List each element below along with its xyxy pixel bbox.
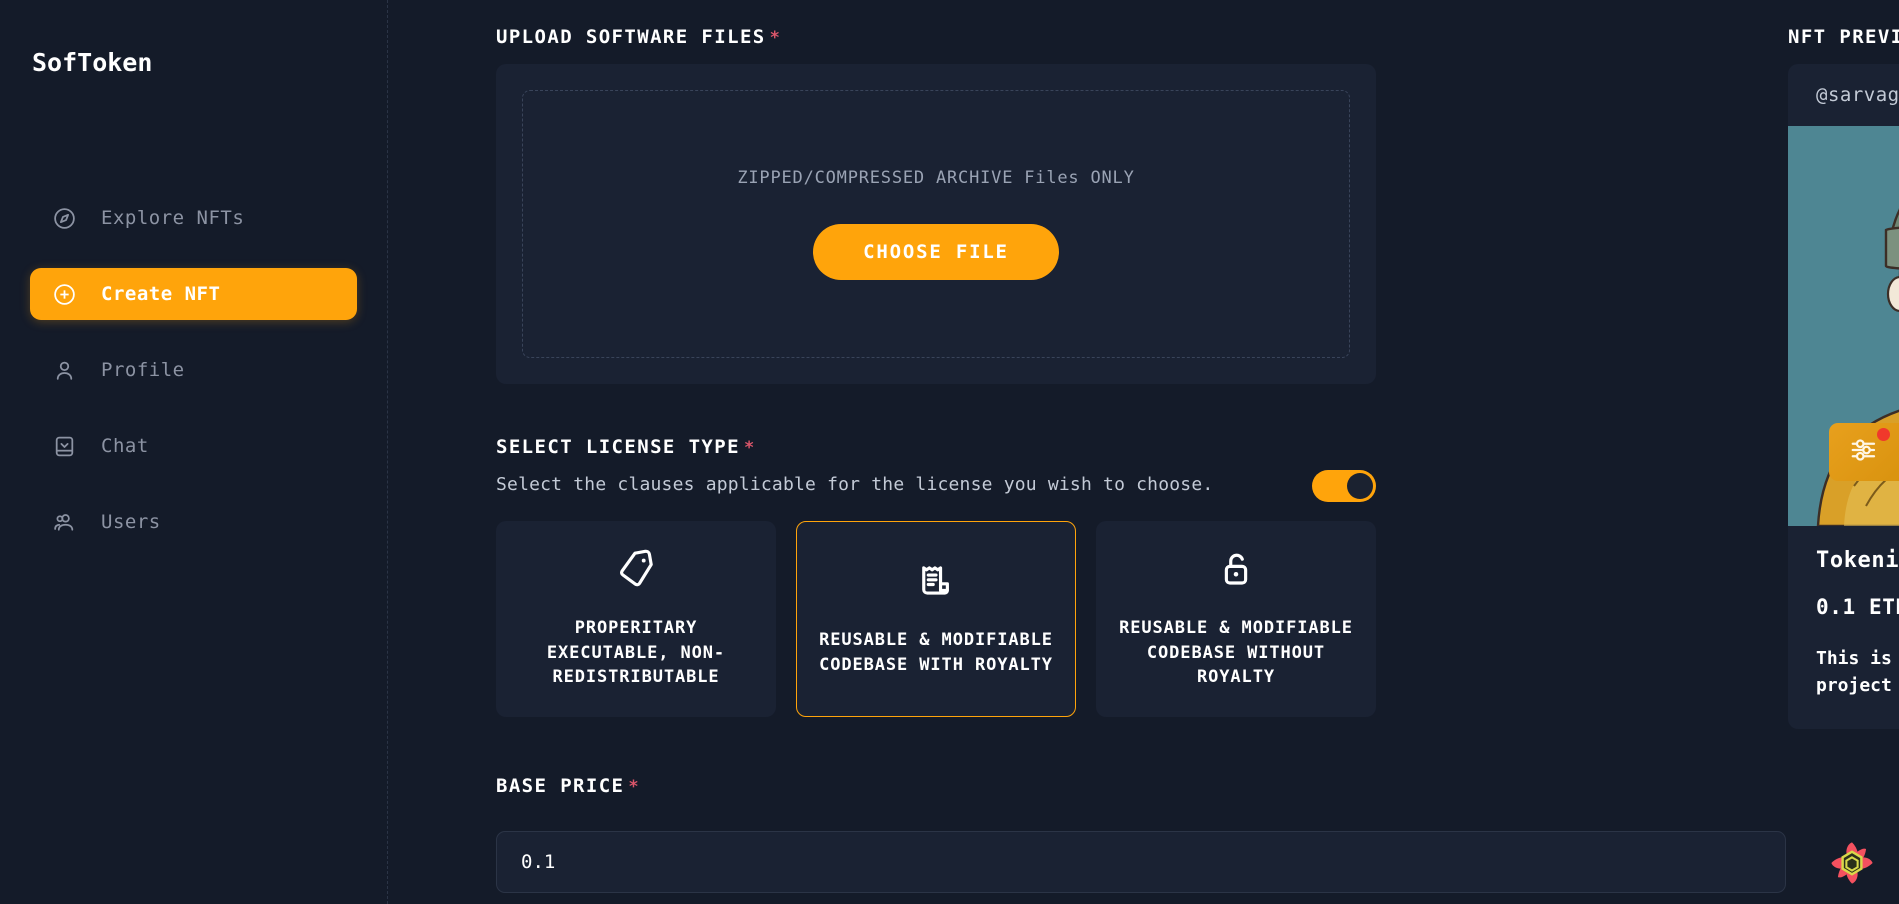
license-card-label: REUSABLE & MODIFIABLE CODEBASE WITH ROYA… — [819, 630, 1053, 675]
user-icon — [52, 358, 77, 383]
upload-title-text: UPLOAD SOFTWARE FILES — [496, 26, 766, 48]
main-content: UPLOAD SOFTWARE FILES * ZIPPED/COMPRESSED… — [388, 0, 1899, 904]
sidebar-item-explore-nfts[interactable]: Explore NFTs — [30, 192, 357, 244]
nft-description: This is a cool tokenizer project — [1816, 648, 1899, 696]
create-nft-form: UPLOAD SOFTWARE FILES * ZIPPED/COMPRESSED… — [496, 26, 1786, 904]
required-asterisk: * — [769, 28, 782, 48]
license-title-text: SELECT LICENSE TYPE — [496, 436, 740, 458]
unlock-icon — [1215, 548, 1257, 594]
license-card-proprietary[interactable]: PROPERITARY EXECUTABLE, NON-REDISTRIBUTA… — [496, 521, 776, 717]
atom-flower-logo[interactable] — [1821, 832, 1883, 894]
base-price-input[interactable] — [496, 831, 1786, 893]
sidebar-nav: Explore NFTs Create NFT Profile Chat Use… — [0, 192, 387, 548]
license-options-grid: PROPERITARY EXECUTABLE, NON-REDISTRIBUTA… — [496, 521, 1376, 717]
brand-title: SofToken — [32, 48, 153, 77]
upload-card: ZIPPED/COMPRESSED ARCHIVE Files ONLY CHO… — [496, 64, 1376, 384]
sidebar-item-label: Create NFT — [101, 283, 221, 305]
sidebar-item-chat[interactable]: Chat — [30, 420, 357, 472]
license-section-title: SELECT LICENSE TYPE * — [496, 436, 1376, 458]
base-price-section: BASE PRICE * — [496, 775, 1786, 893]
license-card-reusable-without-royalty[interactable]: REUSABLE & MODIFIABLE CODEBASE WITHOUT R… — [1096, 521, 1376, 717]
license-card-label: REUSABLE & MODIFIABLE CODEBASE WITHOUT R… — [1119, 618, 1353, 688]
license-card-label: PROPERITARY EXECUTABLE, NON-REDISTRIBUTA… — [546, 618, 726, 688]
sidebar-item-profile[interactable]: Profile — [30, 344, 357, 396]
file-dropzone[interactable]: ZIPPED/COMPRESSED ARCHIVE Files ONLY CHO… — [522, 90, 1350, 358]
toggle-knob — [1347, 473, 1373, 499]
choose-file-button[interactable]: CHOOSE FILE — [813, 224, 1059, 280]
chat-check-icon — [52, 434, 77, 459]
license-clauses-toggle[interactable] — [1312, 470, 1376, 502]
nft-price: 0.1 ETH — [1816, 595, 1899, 619]
license-card-reusable-with-royalty[interactable]: REUSABLE & MODIFIABLE CODEBASE WITH ROYA… — [796, 521, 1076, 717]
sidebar: SofToken Explore NFTs Create NFT Profile — [0, 0, 388, 904]
required-asterisk: * — [628, 777, 641, 797]
sidebar-item-create-nft[interactable]: Create NFT — [30, 268, 357, 320]
sidebar-item-label: Profile — [101, 359, 185, 381]
settings-panel-button[interactable] — [1829, 423, 1899, 481]
sidebar-item-label: Explore NFTs — [101, 207, 245, 229]
license-subtitle: Select the clauses applicable for the li… — [496, 474, 1214, 495]
users-icon — [52, 510, 77, 535]
required-asterisk: * — [743, 438, 756, 458]
nft-preview-panel: NFT PREVIEW @sarvagnya — [1788, 26, 1899, 729]
nft-meta: Tokenizer 0.1 ETH This is a cool tokeniz… — [1788, 526, 1899, 729]
nft-preview-card[interactable]: @sarvagnya — [1788, 64, 1899, 729]
base-price-title-text: BASE PRICE — [496, 775, 625, 797]
tag-icon — [615, 548, 657, 594]
nft-owner-handle: @sarvagnya — [1816, 84, 1899, 106]
upload-section-title: UPLOAD SOFTWARE FILES * — [496, 26, 1376, 48]
preview-section-title: NFT PREVIEW — [1788, 26, 1899, 48]
atom-flower-logo-icon — [1831, 842, 1873, 884]
license-section-header: SELECT LICENSE TYPE * Select the clauses … — [496, 436, 1376, 502]
base-price-title: BASE PRICE * — [496, 775, 1376, 797]
app-root: SofToken Explore NFTs Create NFT Profile — [0, 0, 1899, 904]
nft-name: Tokenizer — [1816, 548, 1899, 573]
notification-badge — [1877, 428, 1890, 441]
dropzone-hint-text: ZIPPED/COMPRESSED ARCHIVE Files ONLY — [737, 168, 1135, 188]
sidebar-item-label: Chat — [101, 435, 149, 457]
receipt-icon — [915, 560, 957, 606]
compass-icon — [52, 206, 77, 231]
sliders-icon — [1849, 435, 1879, 469]
plus-circle-icon — [52, 282, 77, 307]
sidebar-item-users[interactable]: Users — [30, 496, 357, 548]
sidebar-item-label: Users — [101, 511, 161, 533]
